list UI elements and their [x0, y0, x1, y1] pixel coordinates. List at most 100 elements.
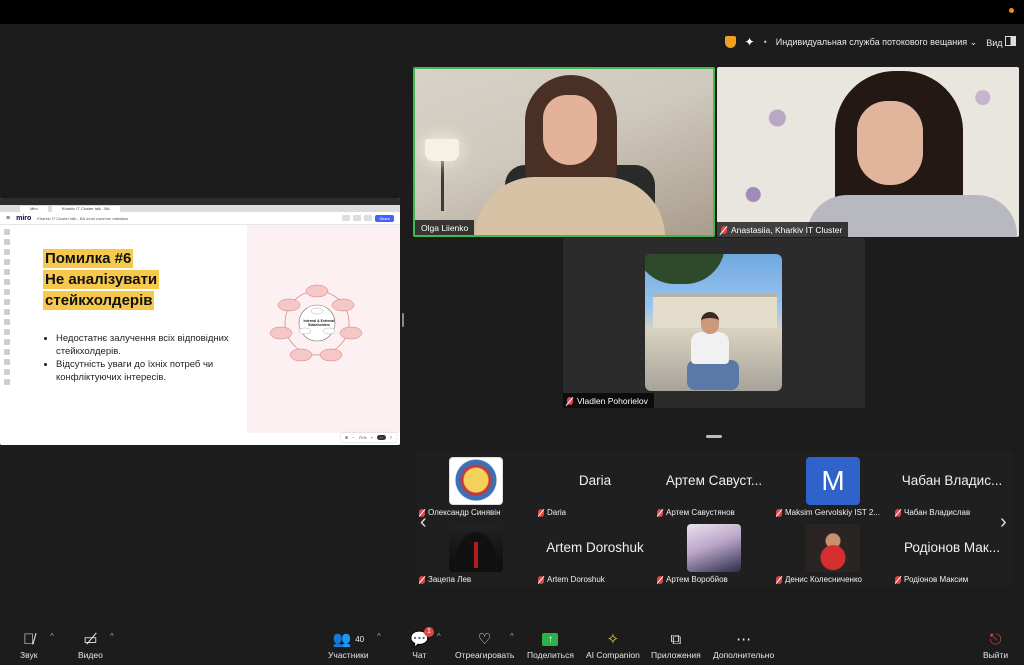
board-breadcrumb: Kharkiv IT Cluster talk - BA most common…	[37, 215, 129, 221]
video-button[interactable]: ▭̸ Видео	[78, 628, 103, 660]
gallery-tile[interactable]: Денис Колесниченко	[774, 522, 892, 586]
security-shield-icon[interactable]	[724, 36, 736, 48]
gallery-tile[interactable]: M Maksim Gervolskiy IST 2...	[774, 455, 892, 519]
miro-tool-icon	[353, 215, 362, 221]
share-arrow-icon: ↑	[542, 632, 559, 646]
slide-title-line: Помилка #6	[43, 249, 134, 268]
miro-tool-icon	[4, 279, 10, 285]
gallery-tile[interactable]: Олександр Синявін	[417, 455, 535, 519]
apps-label: Приложения	[651, 650, 701, 660]
man-body	[691, 332, 729, 364]
man	[683, 312, 739, 390]
view-layout-icon	[1005, 36, 1016, 46]
miro-pill: ◦◦	[376, 435, 386, 440]
menu-icon: ≡	[6, 214, 11, 222]
chat-label: Чат	[412, 650, 427, 660]
gallery-label: Чабан Владислав	[895, 508, 970, 517]
share-screen-button[interactable]: ↑ Поделиться	[527, 628, 574, 660]
gallery-tile[interactable]: Артем Воробйов	[655, 522, 773, 586]
slide: Помилка #6 Не аналізувати стейкхолдерів	[15, 225, 247, 433]
miro-tool-icon	[4, 359, 10, 365]
stream-dot-icon: •	[763, 37, 767, 47]
gallery-tile[interactable]: Артем Савуст... Артем Савустянов	[655, 455, 773, 519]
browser-tabs: Miro Kharkiv IT Cluster talk - BA	[0, 205, 400, 212]
miro-tool-icon	[4, 299, 10, 305]
face	[857, 101, 923, 185]
ai-companion-button[interactable]: ✧ AI Companion	[586, 628, 640, 660]
avatar	[687, 524, 741, 572]
ai-sparkle-icon[interactable]: ✦	[745, 35, 755, 49]
miro-tool-icon	[4, 339, 10, 345]
fit-icon: ⊞	[344, 435, 349, 440]
miro-tool-icon	[342, 215, 351, 221]
gallery-next-arrow-icon[interactable]: ›	[1000, 511, 1007, 534]
audio-options-caret-icon[interactable]: ^	[50, 632, 54, 641]
gallery-prev-arrow-icon[interactable]: ‹	[420, 511, 427, 534]
participant-name: Артем Савустянов	[666, 508, 735, 517]
participants-icon: 👥 40	[332, 631, 365, 648]
miro-zoom-bar: ⊞ − 71% + ◦◦ ?	[340, 433, 396, 442]
react-caret-icon[interactable]: ^	[510, 632, 514, 641]
gallery-tile[interactable]: Чабан Владис... Чабан Владислав	[893, 455, 1011, 519]
participant-name-tag: Olga Liienko	[415, 220, 475, 235]
view-button[interactable]: Вид	[986, 36, 1016, 48]
lamp-pole	[441, 161, 444, 211]
more-button[interactable]: ⋯ Дополнительно	[713, 628, 774, 660]
miro-tool-icon	[4, 329, 10, 335]
leave-button[interactable]: ⎋ Выйти	[983, 628, 1008, 661]
muted-mic-icon	[776, 508, 782, 517]
stakeholder-diagram-svg	[269, 284, 363, 362]
video-label: Видео	[78, 650, 103, 660]
muted-mic-icon	[776, 575, 782, 584]
gallery-tile[interactable]: Зацепа Лев	[417, 522, 535, 586]
more-label: Дополнительно	[713, 650, 775, 660]
chevron-down-icon: ⌄	[969, 36, 978, 47]
miro-tool-icon	[4, 369, 10, 375]
split-divider-handle[interactable]	[402, 313, 404, 327]
gallery-tile[interactable]: Daria Daria	[536, 455, 654, 519]
tree	[645, 254, 725, 284]
participant-name-tag: Anastasiia, Kharkiv IT Cluster	[717, 222, 849, 237]
resize-grip[interactable]	[706, 435, 722, 438]
miro-tool-icon	[4, 379, 10, 385]
participant-name: Daria	[547, 508, 567, 517]
muted-mic-icon	[567, 396, 573, 405]
participants-label: Участники	[328, 650, 369, 660]
react-button[interactable]: ♡ Отреагировать	[455, 628, 514, 660]
video-tile-vladlen[interactable]: Vladlen Pohorielov	[563, 238, 865, 408]
participant-display-name: Чабан Владис...	[901, 473, 1003, 488]
participant-name: Зацепа Лев	[428, 575, 472, 584]
zoom-level: 71%	[358, 435, 367, 440]
avatar	[449, 524, 503, 572]
gallery-strip: Олександр Синявін Daria Daria Артем Саву…	[417, 452, 1013, 586]
chat-badge: 1	[424, 627, 434, 637]
os-menu-bar	[0, 0, 1024, 24]
apps-button[interactable]: ⧉ Приложения	[651, 628, 701, 661]
gallery-label: Maksim Gervolskiy IST 2...	[776, 508, 880, 517]
chat-caret-icon[interactable]: ^	[437, 632, 441, 641]
participant-name: Maksim Gervolskiy IST 2...	[785, 508, 880, 517]
participant-display-name: Daria	[578, 473, 612, 488]
streaming-service-dropdown[interactable]: Индивидуальная служба потокового вещания…	[776, 37, 977, 48]
gallery-label: Артем Воробйов	[657, 575, 728, 584]
leave-door-icon: ⎋	[989, 630, 1002, 648]
participants-caret-icon[interactable]: ^	[377, 632, 381, 641]
video-options-caret-icon[interactable]: ^	[110, 632, 114, 641]
shared-screen[interactable]: Miro Kharkiv IT Cluster talk - BA ≡ miro…	[0, 198, 400, 445]
hoodie	[475, 177, 665, 235]
gallery-tile[interactable]: Родіонов Мак... Родіонов Максим	[893, 522, 1011, 586]
miro-tool-icon	[4, 289, 10, 295]
browser-tab: Miro	[20, 205, 48, 212]
slide-bullet: Недостатнє залучення всіх відповідних ст…	[56, 333, 242, 358]
miro-topbar: ≡ miro Kharkiv IT Cluster talk - BA most…	[0, 212, 400, 225]
audio-button[interactable]: 🎙̸ Звук	[20, 628, 37, 661]
slide-title-line: стейкхолдерів	[43, 291, 155, 310]
miro-share-button: Share	[375, 214, 394, 222]
video-tile-anastasiia[interactable]: Anastasiia, Kharkiv IT Cluster	[717, 67, 1019, 237]
miro-tool-icon	[364, 215, 373, 221]
participant-display-name: Artem Doroshuk	[546, 540, 644, 555]
participants-button[interactable]: 👥 40 Участники	[328, 628, 369, 660]
video-tile-olga[interactable]: Olga Liienko	[413, 67, 715, 237]
shared-window-titlebar	[0, 198, 400, 205]
gallery-tile[interactable]: Artem Doroshuk Artem Doroshuk	[536, 522, 654, 586]
